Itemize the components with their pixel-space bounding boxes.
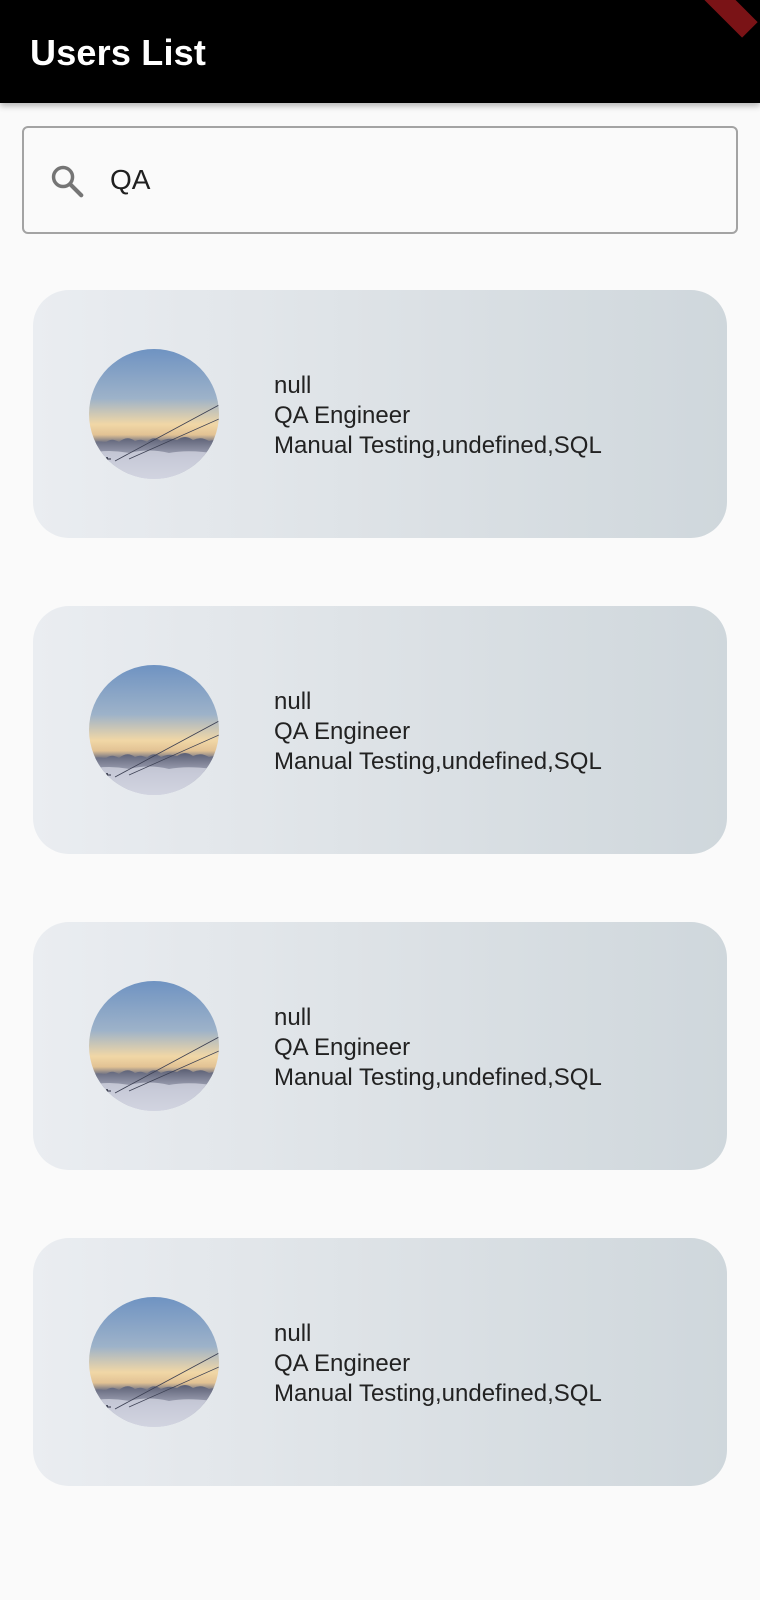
- landscape-avatar-image: [89, 981, 219, 1111]
- user-skills: Manual Testing,undefined,SQL: [274, 1064, 602, 1091]
- user-info: null QA Engineer Manual Testing,undefine…: [274, 1319, 602, 1409]
- user-card[interactable]: null QA Engineer Manual Testing,undefine…: [33, 290, 727, 538]
- landscape-avatar-image: [89, 349, 219, 479]
- user-avatar: [89, 1297, 219, 1427]
- user-role: QA Engineer: [274, 402, 411, 429]
- user-name: null: [274, 372, 312, 399]
- debug-banner: [664, 0, 758, 38]
- user-name: null: [274, 688, 312, 715]
- search-box[interactable]: [22, 126, 738, 234]
- user-card[interactable]: null QA Engineer Manual Testing,undefine…: [33, 606, 727, 854]
- user-card[interactable]: null QA Engineer Manual Testing,undefine…: [33, 1238, 727, 1486]
- user-info: null QA Engineer Manual Testing,undefine…: [274, 371, 602, 461]
- user-skills: Manual Testing,undefined,SQL: [274, 432, 602, 459]
- user-role: QA Engineer: [274, 1350, 411, 1377]
- user-role: QA Engineer: [274, 718, 411, 745]
- user-avatar: [89, 665, 219, 795]
- search-icon: [48, 162, 86, 200]
- user-info: null QA Engineer Manual Testing,undefine…: [274, 687, 602, 777]
- user-avatar: [89, 349, 219, 479]
- landscape-avatar-image: [89, 1297, 219, 1427]
- user-card[interactable]: null QA Engineer Manual Testing,undefine…: [33, 922, 727, 1170]
- users-list: null QA Engineer Manual Testing,undefine…: [33, 290, 727, 1554]
- user-name: null: [274, 1004, 312, 1031]
- user-avatar: [89, 981, 219, 1111]
- user-skills: Manual Testing,undefined,SQL: [274, 748, 602, 775]
- app-bar: Users List: [0, 0, 760, 103]
- user-role: QA Engineer: [274, 1034, 411, 1061]
- page-title: Users List: [30, 32, 207, 73]
- user-skills: Manual Testing,undefined,SQL: [274, 1380, 602, 1407]
- user-info: null QA Engineer Manual Testing,undefine…: [274, 1003, 602, 1093]
- search-input[interactable]: [110, 148, 710, 212]
- landscape-avatar-image: [89, 665, 219, 795]
- user-name: null: [274, 1320, 312, 1347]
